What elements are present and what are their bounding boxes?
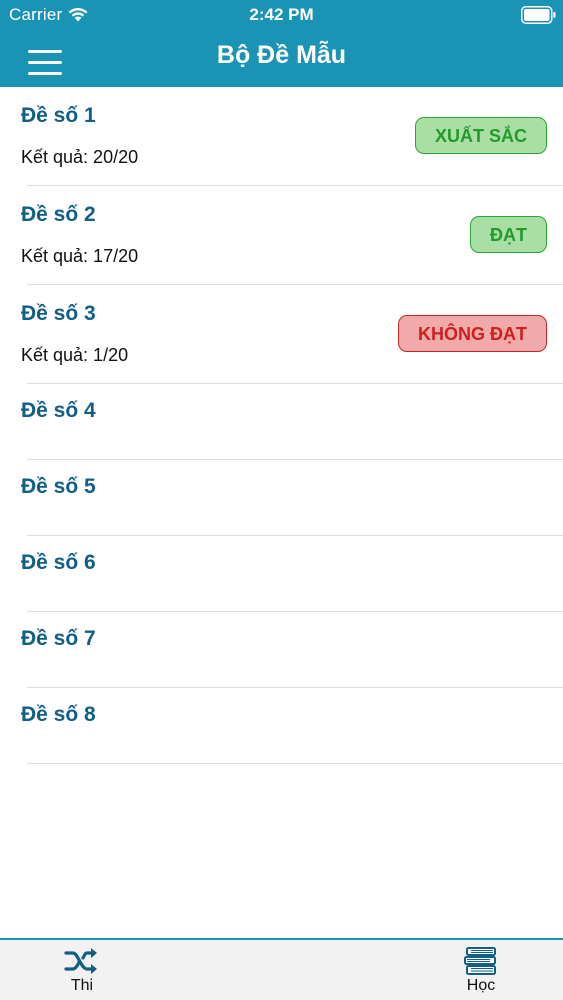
battery-icon <box>521 6 556 24</box>
exam-title: Đề số 6 <box>21 551 96 574</box>
exam-result: Kết quả: 17/20 <box>21 246 139 266</box>
tab-hoc[interactable]: Học <box>436 940 526 1000</box>
exam-title: Đề số 2 <box>21 203 96 226</box>
status-time: 2:42 PM <box>249 5 314 24</box>
exam-result: Kết quả: 1/20 <box>21 345 129 365</box>
exam-item-5[interactable]: Đề số 5 <box>0 460 563 536</box>
exam-title: Đề số 4 <box>21 399 96 422</box>
exam-item-8[interactable]: Đề số 8 <box>0 688 563 764</box>
exam-title: Đề số 5 <box>21 475 96 498</box>
exam-title: Đề số 3 <box>21 302 96 325</box>
exam-result: Kết quả: 20/20 <box>21 147 139 167</box>
books-icon <box>464 947 496 975</box>
exam-item-4[interactable]: Đề số 4 <box>0 384 563 460</box>
header: Carrier 2:42 PM Bộ Đề Mẫu <box>0 0 563 87</box>
hamburger-menu-icon <box>28 72 62 75</box>
exam-title: Đề số 7 <box>21 627 96 650</box>
exam-title: Đề số 1 <box>21 104 96 127</box>
tab-thi[interactable]: Thi <box>37 940 127 1000</box>
exam-item-7[interactable]: Đề số 7 <box>0 612 563 688</box>
tab-label: Học <box>466 977 496 994</box>
exam-list: Đề số 1 Kết quả: 20/20 XUẤT SẮC Đề số 2 … <box>0 87 563 764</box>
divider <box>27 763 563 764</box>
shuffle-icon <box>64 948 97 974</box>
exam-item-3[interactable]: Đề số 3 Kết quả: 1/20 KHÔNG ĐẠT <box>0 285 563 384</box>
result-badge-excellent: XUẤT SẮC <box>414 117 547 154</box>
status-bar: Carrier 2:42 PM <box>0 0 563 30</box>
result-badge-pass: ĐẠT <box>470 216 547 253</box>
tab-bar: Thi Học <box>0 938 563 1000</box>
app-screen: Carrier 2:42 PM Bộ Đề Mẫu Đề số 1 Kết qu… <box>0 0 563 1000</box>
nav-bar: Bộ Đề Mẫu <box>0 30 563 87</box>
exam-title: Đề số 8 <box>21 703 96 726</box>
exam-item-6[interactable]: Đề số 6 <box>0 536 563 612</box>
exam-item-1[interactable]: Đề số 1 Kết quả: 20/20 XUẤT SẮC <box>0 87 563 186</box>
exam-item-2[interactable]: Đề số 2 Kết quả: 17/20 ĐẠT <box>0 186 563 285</box>
result-badge-fail: KHÔNG ĐẠT <box>398 315 547 352</box>
tab-label: Thi <box>70 977 94 994</box>
page-title: Bộ Đề Mẫu <box>216 41 347 69</box>
